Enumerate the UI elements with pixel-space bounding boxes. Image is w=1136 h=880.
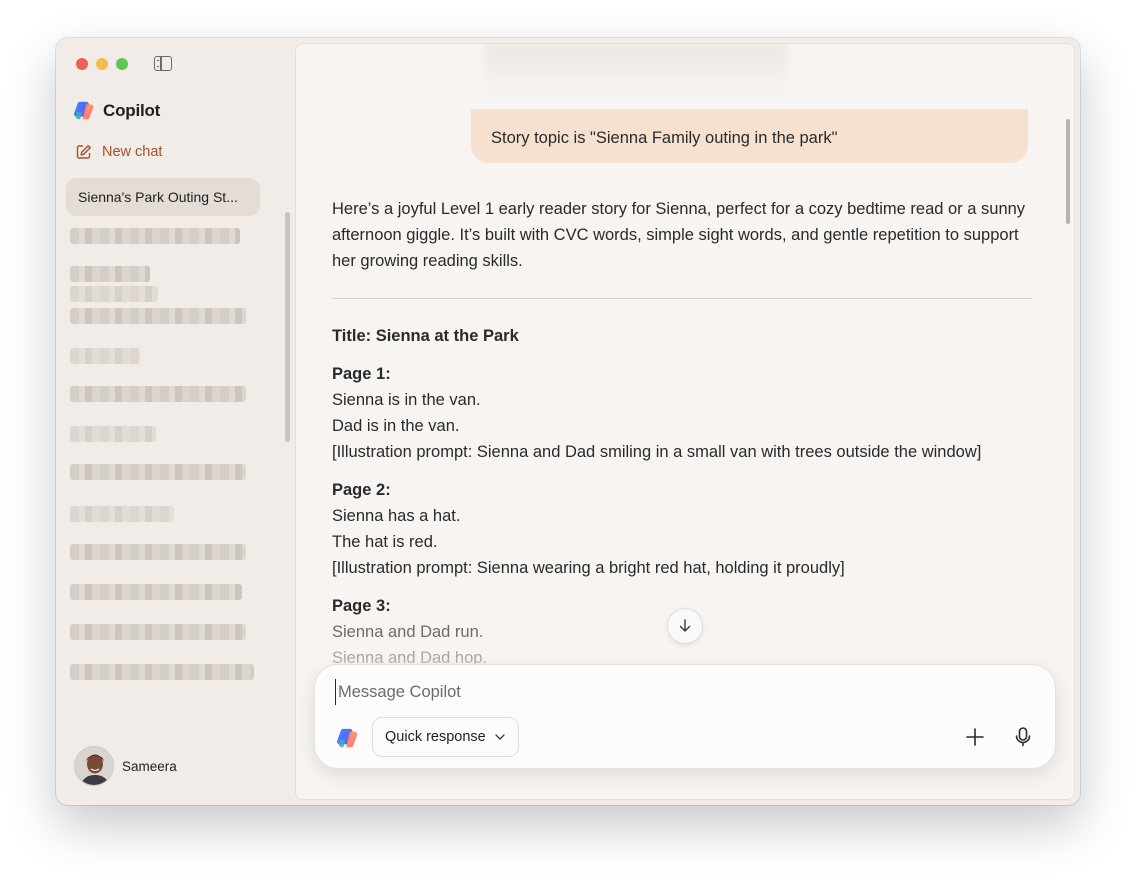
chat-history-item[interactable] <box>70 584 242 600</box>
close-window-button[interactable] <box>76 58 88 70</box>
user-message-bubble: Story topic is "Sienna Family outing in … <box>471 109 1028 163</box>
divider <box>332 298 1032 299</box>
app-window: Copilot New chat Sienna's Park Outing St… <box>56 38 1080 805</box>
illustration-prompt: [Illustration prompt: Sienna wearing a b… <box>332 559 845 577</box>
maximize-window-button[interactable] <box>116 58 128 70</box>
minimize-window-button[interactable] <box>96 58 108 70</box>
story-page: Page 2: Sienna has a hat. The hat is red… <box>332 477 1032 581</box>
page-heading: Page 2: <box>332 481 391 499</box>
chat-history-item[interactable] <box>70 266 150 282</box>
chat-history-item[interactable] <box>70 464 246 480</box>
story-line: The hat is red. <box>332 533 438 551</box>
chat-history-item[interactable] <box>70 544 246 560</box>
chat-scrollbar[interactable] <box>1066 119 1070 224</box>
new-chat-label: New chat <box>102 144 163 160</box>
brand: Copilot <box>74 100 160 121</box>
chat-history-item[interactable] <box>70 426 156 442</box>
chat-history-item-active[interactable]: Sienna's Park Outing St... <box>66 178 260 216</box>
message-input[interactable] <box>335 679 1015 705</box>
avatar <box>74 746 114 786</box>
chat-history-item[interactable] <box>70 348 140 364</box>
chat-history-item[interactable] <box>70 308 246 324</box>
compose-icon <box>76 145 91 159</box>
page-heading: Page 1: <box>332 365 391 383</box>
arrow-down-icon <box>679 619 691 632</box>
chat-history-item[interactable] <box>70 664 254 680</box>
message-composer: Quick response <box>314 664 1056 769</box>
user-profile[interactable]: Sameera <box>74 746 177 786</box>
illustration-prompt: [Illustration prompt: Sienna and Dad smi… <box>332 443 982 461</box>
chat-history-list <box>70 224 260 694</box>
story-title: Title: Sienna at the Park <box>332 327 519 345</box>
user-avatar-icon <box>75 747 113 785</box>
response-mode-label: Quick response <box>385 729 486 745</box>
user-name: Sameera <box>122 758 177 774</box>
scroll-to-bottom-button[interactable] <box>667 608 703 644</box>
app-name: Copilot <box>103 100 161 120</box>
plus-icon[interactable] <box>963 725 987 749</box>
story-line: Sienna has a hat. <box>332 507 461 525</box>
chat-history-item[interactable] <box>70 386 246 402</box>
response-intro: Here’s a joyful Level 1 early reader sto… <box>332 200 1026 270</box>
copilot-logo-icon <box>74 101 94 120</box>
copilot-logo-icon[interactable] <box>337 727 359 749</box>
story-line: Sienna is in the van. <box>332 391 481 409</box>
chat-history-item[interactable] <box>70 506 174 522</box>
sidebar-scrollbar[interactable] <box>285 212 290 442</box>
window-controls <box>76 58 128 70</box>
story-page: Page 1: Sienna is in the van. Dad is in … <box>332 361 1032 465</box>
sidebar: Copilot New chat Sienna's Park Outing St… <box>56 38 295 805</box>
story-line: Dad is in the van. <box>332 417 460 435</box>
sidebar-toggle-icon[interactable] <box>154 56 172 71</box>
previous-message-fade <box>486 44 786 94</box>
chat-history-item[interactable] <box>70 286 158 302</box>
chevron-down-icon <box>495 734 505 740</box>
chat-panel: Story topic is "Sienna Family outing in … <box>295 43 1075 800</box>
chat-history-item[interactable] <box>70 228 240 244</box>
chat-history-item[interactable] <box>70 624 246 640</box>
microphone-icon[interactable] <box>1011 725 1035 749</box>
response-mode-dropdown[interactable]: Quick response <box>372 717 519 757</box>
new-chat-button[interactable]: New chat <box>76 144 162 160</box>
